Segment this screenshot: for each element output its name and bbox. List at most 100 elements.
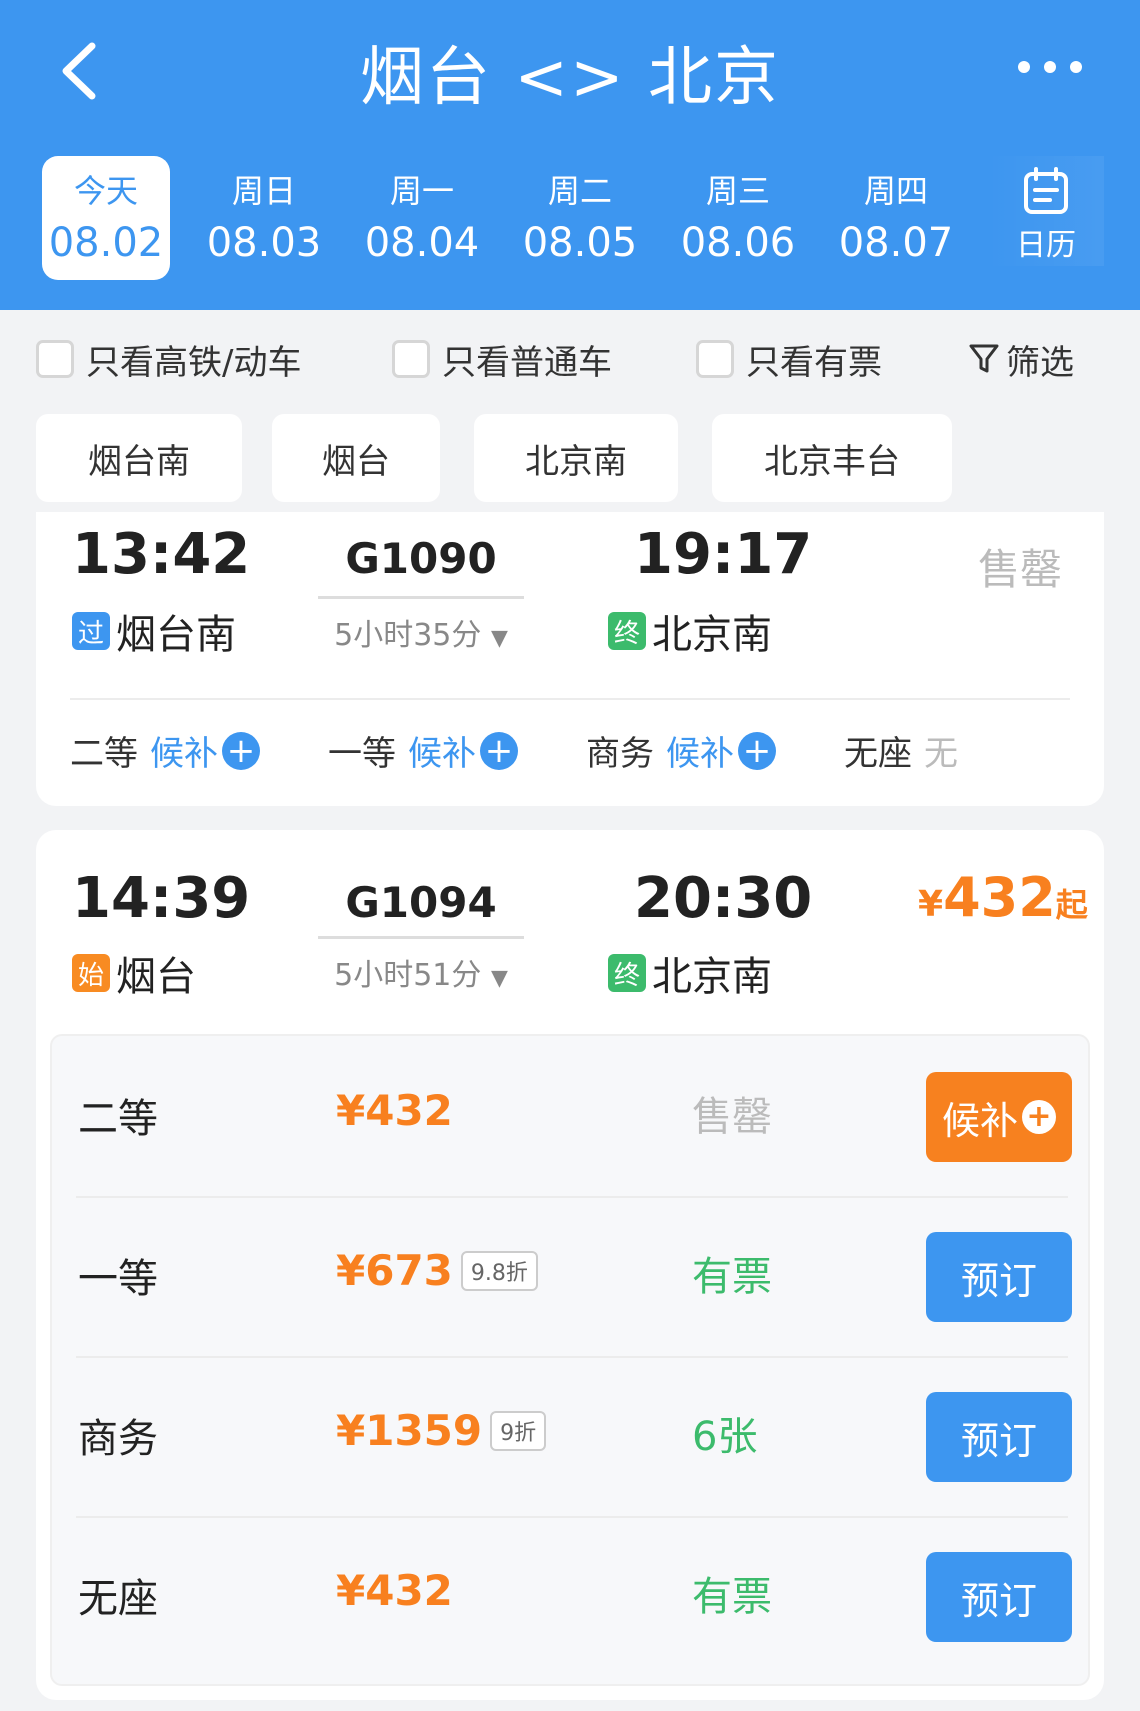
seat-class: 一等 xyxy=(78,1256,158,1302)
book-button[interactable]: 预订 xyxy=(926,1552,1072,1642)
seat-class: 二等 xyxy=(78,1096,158,1142)
seat-detail-panel: 二等 ¥432 售罄 候补 + 一等 ¥673 9.8折 有票 预订 商务 ¥1… xyxy=(50,1034,1090,1686)
checkbox-box[interactable] xyxy=(36,340,74,378)
plus-circle-icon: + xyxy=(480,731,518,770)
seat-availability: 有票 xyxy=(692,1574,772,1620)
waitlist-text: 候补 xyxy=(150,734,218,774)
waitlist-button[interactable]: 候补 + xyxy=(926,1072,1072,1162)
station-chip-beijing-fengtai[interactable]: 北京丰台 xyxy=(712,414,952,502)
button-label: 候补 xyxy=(941,1098,1018,1143)
duration-line xyxy=(318,936,524,939)
card-divider xyxy=(70,698,1070,700)
waitlist-text: 候补 xyxy=(408,734,476,774)
station-filter-chips: 烟台南 烟台 北京南 北京丰台 xyxy=(36,414,1106,502)
checkbox-label: 只看普通车 xyxy=(442,342,612,383)
date-selector: 今天 08.02 周日 08.03 周一 08.04 周二 08.05 周三 0… xyxy=(40,156,1104,280)
seat-class: 商务 xyxy=(586,734,654,774)
seat-price-group: ¥673 9.8折 xyxy=(336,1246,538,1295)
checkbox-box[interactable] xyxy=(392,340,430,378)
seat-summary-business[interactable]: 商务 候补 + xyxy=(586,726,776,775)
train-card-g1094[interactable]: 14:39 G1094 5小时51分 ▼ 20:30 始 烟台 终 北京南 ¥4… xyxy=(36,830,1104,1700)
discount-tag: 9.8折 xyxy=(460,1250,538,1291)
seat-availability: 有票 xyxy=(692,1254,772,1300)
train-card-g1090[interactable]: 13:42 G1090 5小时35分 ▼ 19:17 过 烟台南 终 北京南 售… xyxy=(36,512,1104,806)
seat-class: 一等 xyxy=(328,734,396,774)
seat-summary-first[interactable]: 一等 候补 + xyxy=(328,726,518,775)
filter-button[interactable]: 筛选 xyxy=(968,334,1074,384)
book-button[interactable]: 预订 xyxy=(926,1232,1072,1322)
seat-summary-second[interactable]: 二等 候补 + xyxy=(70,726,260,775)
plus-circle-icon: + xyxy=(222,731,260,770)
seat-row-first: 一等 ¥673 9.8折 有票 预订 xyxy=(52,1196,1092,1356)
train-number: G1094 xyxy=(345,878,497,927)
date-weekday: 周三 xyxy=(705,172,770,210)
seat-class: 无座 xyxy=(78,1576,158,1622)
price-amount: 432 xyxy=(943,866,1056,929)
seat-class: 商务 xyxy=(78,1416,158,1462)
to-station-name: 北京南 xyxy=(652,612,772,658)
date-tab-0805[interactable]: 周二 08.05 xyxy=(516,156,644,280)
date-value: 08.05 xyxy=(522,220,638,266)
date-value: 08.02 xyxy=(48,220,164,266)
date-value: 08.03 xyxy=(206,220,322,266)
seat-availability: 6张 xyxy=(692,1414,758,1460)
page-title: 烟台 <> 北京 xyxy=(360,41,780,115)
date-tab-0804[interactable]: 周一 08.04 xyxy=(358,156,486,280)
from-station: 过 烟台南 xyxy=(72,602,236,660)
calendar-label: 日历 xyxy=(1016,228,1076,263)
lowest-price: ¥432起 xyxy=(918,866,1088,929)
price-suffix: 起 xyxy=(1055,886,1088,924)
duration-text: 5小时51分 xyxy=(334,958,482,993)
more-dots-icon xyxy=(1018,61,1082,73)
checkbox-box[interactable] xyxy=(696,340,734,378)
date-tab-0806[interactable]: 周三 08.06 xyxy=(674,156,802,280)
end-badge: 终 xyxy=(608,612,646,650)
high-speed-checkbox[interactable]: 只看高铁/动车 xyxy=(36,334,301,384)
duration-line xyxy=(318,596,524,599)
duration-toggle[interactable]: 5小时35分 ▼ xyxy=(316,610,526,654)
caret-down-icon: ▼ xyxy=(490,966,508,991)
date-tab-0807[interactable]: 周四 08.07 xyxy=(832,156,960,280)
date-value: 08.04 xyxy=(364,220,480,266)
date-value: 08.07 xyxy=(838,220,954,266)
date-tab-today[interactable]: 今天 08.02 xyxy=(42,156,170,280)
duration-toggle[interactable]: 5小时51分 ▼ xyxy=(316,950,526,994)
date-weekday: 周日 xyxy=(231,172,296,210)
caret-down-icon: ▼ xyxy=(490,626,508,651)
date-weekday: 周一 xyxy=(389,172,454,210)
to-station: 终 北京南 xyxy=(608,944,772,1002)
arrive-time: 20:30 xyxy=(634,866,813,931)
seat-availability: 售罄 xyxy=(692,1094,772,1140)
start-badge: 始 xyxy=(72,954,110,992)
discount-tag: 9折 xyxy=(490,1410,547,1451)
book-button[interactable]: 预订 xyxy=(926,1392,1072,1482)
date-weekday: 周四 xyxy=(863,172,928,210)
checkbox-label: 只看高铁/动车 xyxy=(86,342,302,383)
pass-badge: 过 xyxy=(72,612,110,650)
station-chip-yantai-south[interactable]: 烟台南 xyxy=(36,414,242,502)
calendar-button[interactable]: 日历 xyxy=(988,156,1104,266)
station-chip-yantai[interactable]: 烟台 xyxy=(272,414,440,502)
train-number: G1090 xyxy=(345,534,497,583)
available-only-checkbox[interactable]: 只看有票 xyxy=(696,334,882,384)
station-chip-beijing-south[interactable]: 北京南 xyxy=(474,414,678,502)
normal-train-checkbox[interactable]: 只看普通车 xyxy=(392,334,612,384)
depart-time: 13:42 xyxy=(72,522,251,587)
seat-row-second: 二等 ¥432 售罄 候补 + xyxy=(52,1036,1092,1196)
seat-price: ¥432 xyxy=(336,1086,453,1135)
date-tab-0803[interactable]: 周日 08.03 xyxy=(200,156,328,280)
seat-price: ¥673 xyxy=(336,1246,453,1295)
header-bar: 烟台 <> 北京 今天 08.02 周日 08.03 周一 08.04 周二 0… xyxy=(0,0,1140,310)
waitlist-text: 候补 xyxy=(666,734,734,774)
plus-circle-icon: + xyxy=(1022,1100,1056,1134)
depart-time: 14:39 xyxy=(72,866,251,931)
funnel-icon xyxy=(969,344,999,373)
none-text: 无 xyxy=(924,734,958,774)
seat-price: ¥432 xyxy=(336,1566,453,1615)
from-station-name: 烟台南 xyxy=(116,612,236,658)
date-value: 08.06 xyxy=(680,220,796,266)
filter-bar: 只看高铁/动车 只看普通车 只看有票 筛选 xyxy=(0,310,1140,410)
more-button[interactable] xyxy=(1010,52,1090,82)
date-weekday: 周二 xyxy=(547,172,612,210)
date-weekday: 今天 xyxy=(73,172,138,210)
